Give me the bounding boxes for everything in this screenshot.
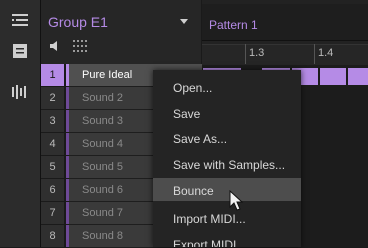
- sound-number: 3: [41, 110, 64, 133]
- browser-icon[interactable]: [10, 11, 30, 31]
- menu-item-save[interactable]: Save: [153, 101, 301, 124]
- menu-item-label: Export MIDI...: [173, 238, 247, 247]
- sound-number: 4: [41, 133, 64, 156]
- pattern-event[interactable]: [320, 68, 346, 85]
- sound-name: Sound 2: [82, 92, 123, 104]
- left-icon-bar: [0, 0, 41, 247]
- sound-number: 7: [41, 202, 64, 225]
- mixer-icon[interactable]: [10, 82, 30, 102]
- menu-item-label: Save: [173, 107, 201, 121]
- ruler-label: 1.3: [249, 47, 265, 59]
- ruler-tick: [245, 44, 246, 64]
- group-title[interactable]: Group E1: [48, 14, 108, 30]
- file-list-icon[interactable]: [10, 41, 30, 61]
- sound-number: 2: [41, 87, 64, 110]
- sound-name: Sound 8: [82, 230, 123, 242]
- sound-number: 6: [41, 179, 64, 202]
- sound-name: Sound 3: [82, 115, 123, 127]
- pattern-label[interactable]: Pattern 1: [209, 18, 258, 32]
- menu-item-save-with-samples[interactable]: Save with Samples...: [153, 152, 301, 175]
- menu-item-label: Import MIDI...: [173, 212, 246, 226]
- sound-name: Sound 7: [82, 207, 123, 219]
- pad-grid-icon[interactable]: [72, 39, 88, 53]
- sound-name: Pure Ideal: [82, 69, 133, 81]
- menu-item-label: Bounce: [173, 184, 214, 198]
- sound-name: Sound 4: [82, 138, 123, 150]
- menu-item-open[interactable]: Open...: [153, 75, 301, 98]
- pattern-event[interactable]: [348, 68, 368, 85]
- menu-item-label: Save As...: [173, 132, 228, 146]
- sound-number: 1: [41, 64, 64, 87]
- speaker-icon[interactable]: [49, 40, 63, 52]
- mouse-cursor-icon: [229, 190, 244, 211]
- chevron-down-icon[interactable]: [180, 19, 188, 24]
- sound-number: 5: [41, 156, 64, 179]
- menu-item-bounce[interactable]: Bounce: [153, 178, 301, 201]
- sound-name: Sound 6: [82, 184, 123, 196]
- timeline-ruler[interactable]: [202, 44, 368, 65]
- menu-item-label: Open...: [173, 81, 213, 95]
- ruler-label: 1.4: [318, 47, 334, 59]
- menu-item-label: Save with Samples...: [173, 158, 286, 172]
- menu-item-import-midi[interactable]: Import MIDI...: [153, 206, 301, 229]
- sound-name: Sound 5: [82, 161, 123, 173]
- ruler-tick: [314, 44, 315, 64]
- sound-number: 8: [41, 225, 64, 248]
- group-header: [41, 0, 201, 64]
- menu-item-save-as[interactable]: Save As...: [153, 126, 301, 149]
- menu-item-export-midi[interactable]: Export MIDI...: [153, 232, 301, 247]
